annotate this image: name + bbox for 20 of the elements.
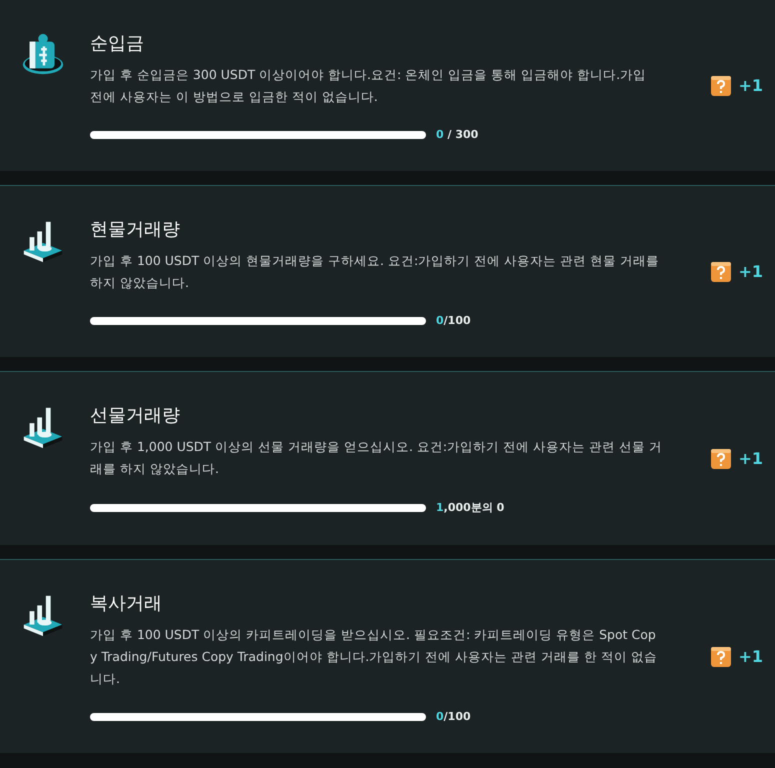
task-description: 가입 후 1,000 USDT 이상의 선물 거래량을 얻으십시오. 요건:가입하기 전에 사용자는 관련 선물 거래를 하지 않았습니다. — [90, 438, 662, 478]
reward-count: +1 — [738, 76, 763, 95]
mystery-box-icon — [710, 260, 732, 282]
reward-count: +1 — [738, 449, 763, 468]
task-title: 현물거래량 — [90, 218, 181, 242]
task-description: 가입 후 순입금은 300 USDT 이상이어야 합니다.요건: 온체인 입금을 통해 입금해야 합니다.가입 전에 사용자는 이 방법으로 입금한 적이 없습니다. — [90, 66, 648, 106]
progress-text: 0 / 300 — [436, 128, 478, 141]
progress-text: 0/100 — [436, 710, 471, 723]
task-title: 순입금 — [90, 32, 145, 56]
progress-text: 1,000분의 0 — [436, 500, 504, 515]
progress-text: 0/100 — [436, 314, 471, 327]
reward-count: +1 — [738, 262, 763, 281]
task-description: 가입 후 100 USDT 이상의 카피트레이딩을 받으십시오. 필요조건: 카피트레이딩 유형은 Spot Copy Trading/Futures Copy Trading이어야 합니다.가입하기 전에 사용자는 관련 거래를 한 적이 없습니다. — [90, 626, 658, 688]
task-description: 가입 후 100 USDT 이상의 현물거래량을 구하세요. 요건:가입하기 전에 사용자는 관련 현물 거래를 하지 않았습니다. — [90, 252, 660, 292]
mystery-box-icon — [710, 448, 732, 470]
mystery-box-icon — [710, 74, 732, 96]
task-title: 선물거래량 — [90, 404, 181, 428]
mystery-box-icon — [710, 646, 732, 668]
reward-count: +1 — [738, 647, 763, 666]
task-title: 복사거래 — [90, 592, 163, 616]
